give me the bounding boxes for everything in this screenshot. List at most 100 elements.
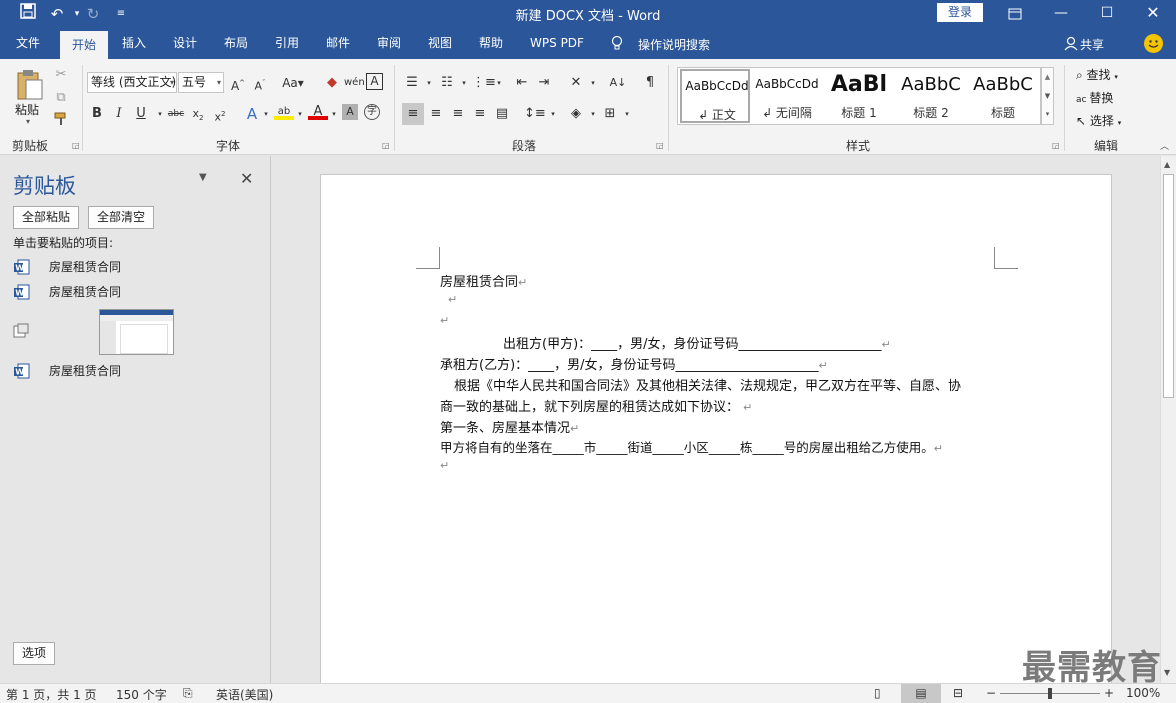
tab-help[interactable]: 帮助	[469, 28, 513, 59]
change-case-icon[interactable]: Aa▾	[280, 73, 306, 93]
font-size-combo[interactable]: 五号 ▾	[178, 72, 224, 93]
clipboard-item-image[interactable]	[13, 308, 263, 356]
zoom-level[interactable]: 100%	[1126, 686, 1160, 700]
vertical-scrollbar[interactable]: ▲ ▼	[1160, 156, 1176, 683]
smiley-feedback-icon[interactable]	[1144, 34, 1163, 53]
paragraph-launcher-icon[interactable]: ◲	[656, 141, 666, 151]
zoom-slider-thumb[interactable]	[1048, 688, 1052, 699]
clipboard-item[interactable]: W 房屋租赁合同	[13, 361, 263, 381]
doc-paragraph[interactable]: ↵	[440, 458, 449, 473]
scroll-up-icon[interactable]: ▲	[1042, 68, 1053, 87]
tab-mailings[interactable]: 邮件	[316, 28, 360, 59]
maximize-button[interactable]: ☐	[1084, 0, 1130, 28]
increase-indent-icon[interactable]: ⇥	[534, 73, 554, 93]
style-no-spacing[interactable]: AaBbCcDd ↲ 无间隔	[752, 69, 822, 123]
decrease-indent-icon[interactable]: ⇤	[512, 73, 532, 93]
multilevel-dropdown-icon[interactable]: ▾	[489, 73, 509, 93]
close-icon[interactable]: ✕	[240, 169, 253, 188]
font-launcher-icon[interactable]: ◲	[382, 141, 392, 151]
doc-paragraph[interactable]: 根据《中华人民共和国合同法》及其他相关法律、法规规定，甲乙双方在平等、自愿、协	[454, 375, 961, 394]
tab-layout[interactable]: 布局	[214, 28, 258, 59]
borders-dropdown-icon[interactable]: ▾	[617, 104, 637, 124]
underline-icon[interactable]: U	[131, 104, 151, 124]
doc-paragraph[interactable]: 出租方(甲方)：____，男/女，身份证号码__________________…	[503, 333, 891, 352]
paste-icon[interactable]	[14, 69, 44, 101]
cut-icon[interactable]: ✂	[51, 65, 71, 85]
tab-wps-pdf[interactable]: WPS PDF	[524, 28, 590, 59]
doc-paragraph[interactable]: ↵	[440, 313, 449, 328]
ribbon-display-options-icon[interactable]	[992, 0, 1038, 28]
select-button[interactable]: ↖ 选择 ▾	[1076, 111, 1121, 131]
clear-all-button[interactable]: 全部清空	[88, 206, 154, 229]
close-button[interactable]: ✕	[1130, 0, 1176, 28]
doc-paragraph[interactable]: 甲方将自有的坐落在_____市_____街道_____小区_____栋_____…	[440, 437, 943, 456]
character-shading-icon[interactable]: A	[342, 104, 358, 120]
bullets-dropdown-icon[interactable]: ▾	[419, 73, 439, 93]
font-color-dropdown-icon[interactable]: ▾	[324, 104, 344, 124]
clipboard-item[interactable]: W 房屋租赁合同	[13, 257, 263, 277]
options-button[interactable]: 选项	[13, 642, 55, 665]
word-count[interactable]: 150 个字	[116, 686, 167, 703]
bold-icon[interactable]: B	[87, 104, 107, 124]
text-effects-dropdown-icon[interactable]: ▾	[256, 104, 276, 124]
clipboard-launcher-icon[interactable]: ◲	[72, 141, 82, 151]
tab-insert[interactable]: 插入	[112, 28, 156, 59]
tab-references[interactable]: 引用	[265, 28, 309, 59]
replace-button[interactable]: ac 替换	[1076, 88, 1113, 108]
strikethrough-icon[interactable]: abc	[166, 104, 186, 124]
copy-icon[interactable]: ⧉	[51, 88, 71, 108]
doc-paragraph[interactable]: 商一致的基础上，就下列房屋的租赁达成如下协议： ↵	[440, 396, 752, 415]
distributed-icon[interactable]: ▤	[492, 104, 512, 124]
shrink-font-icon[interactable]: Aˇ	[250, 73, 270, 93]
sort-icon[interactable]: A↓	[608, 73, 628, 93]
paste-dropdown-icon[interactable]: ▾	[26, 117, 30, 126]
doc-paragraph[interactable]: 承租方(乙方)：____，男/女，身份证号码__________________…	[440, 354, 828, 373]
styles-launcher-icon[interactable]: ◲	[1052, 141, 1062, 151]
style-heading-1[interactable]: AaBl 标题 1	[824, 69, 894, 123]
pane-options-icon[interactable]: ▼	[199, 172, 207, 183]
login-button[interactable]: 登录	[937, 3, 983, 22]
grow-font-icon[interactable]: A^	[228, 73, 248, 93]
line-spacing-dropdown-icon[interactable]: ▾	[543, 104, 563, 124]
align-center-icon[interactable]: ≡	[426, 104, 446, 124]
phonetic-guide-icon[interactable]: wén	[344, 73, 365, 93]
proofing-icon[interactable]: ⎘	[183, 686, 193, 701]
share-button[interactable]: 共享	[1080, 36, 1104, 53]
italic-icon[interactable]: I	[109, 104, 129, 124]
align-right-icon[interactable]: ≡	[448, 104, 468, 124]
scroll-up-icon[interactable]: ▲	[1164, 160, 1170, 169]
paste-button[interactable]: 粘贴	[15, 101, 39, 118]
tell-me-search[interactable]: 操作说明搜索	[638, 36, 710, 53]
show-hide-marks-icon[interactable]: ¶	[640, 73, 660, 93]
scroll-down-icon[interactable]: ▼	[1164, 668, 1170, 677]
line-spacing-icon[interactable]: ↕≡	[524, 104, 546, 124]
paste-all-button[interactable]: 全部粘贴	[13, 206, 79, 229]
web-layout-icon[interactable]: ⊟	[953, 686, 963, 700]
tab-home[interactable]: 开始	[60, 31, 108, 59]
format-painter-icon[interactable]	[51, 111, 71, 131]
subscript-icon[interactable]: x2	[188, 104, 208, 124]
styles-scroll[interactable]: ▲ ▼ ▾	[1041, 67, 1054, 125]
collapse-ribbon-icon[interactable]: ︿	[1160, 139, 1169, 152]
read-mode-icon[interactable]: ▯	[874, 686, 881, 700]
style-title[interactable]: AaBbC 标题	[968, 69, 1038, 123]
print-layout-view[interactable]: ▤	[901, 684, 941, 703]
chinese-layout-dropdown-icon[interactable]: ▾	[583, 73, 603, 93]
zoom-in-icon[interactable]: +	[1104, 686, 1114, 700]
tab-file[interactable]: 文件	[6, 28, 50, 59]
language[interactable]: 英语(美国)	[216, 686, 273, 703]
highlight-dropdown-icon[interactable]: ▾	[290, 104, 310, 124]
minimize-button[interactable]: —	[1038, 0, 1084, 28]
share-person-icon[interactable]	[1064, 36, 1078, 51]
tab-design[interactable]: 设计	[163, 28, 207, 59]
character-border-icon[interactable]: A	[366, 73, 383, 90]
zoom-out-icon[interactable]: −	[986, 686, 996, 700]
align-left-icon[interactable]: ≡	[402, 103, 424, 125]
more-styles-icon[interactable]: ▾	[1042, 106, 1053, 122]
clipboard-item[interactable]: W 房屋租赁合同	[13, 282, 263, 302]
scroll-down-icon[interactable]: ▼	[1042, 87, 1053, 106]
doc-paragraph[interactable]: ↵	[448, 292, 457, 307]
clear-formatting-icon[interactable]: ◆	[322, 73, 342, 93]
tab-view[interactable]: 视图	[418, 28, 462, 59]
doc-paragraph[interactable]: 房屋租赁合同↵	[440, 271, 527, 290]
